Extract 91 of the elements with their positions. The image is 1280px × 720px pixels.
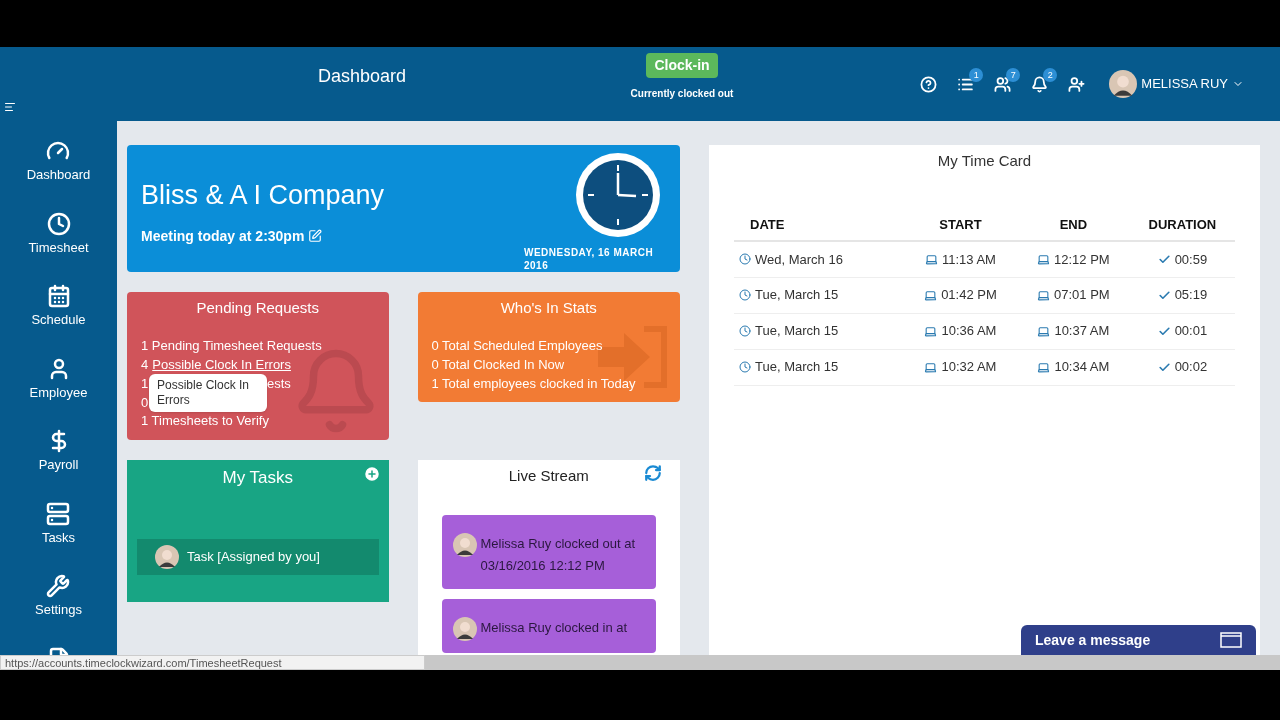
stream-text: Melissa Ruy clocked in at <box>480 618 628 637</box>
date-cell-text: Tue, March 15 <box>755 286 839 305</box>
company-name: Bliss & A I Company <box>141 179 385 212</box>
clock-icon <box>46 211 71 236</box>
count-badge: 1 <box>969 67 984 82</box>
laptop-icon <box>924 288 938 302</box>
refresh-icon[interactable] <box>644 464 662 482</box>
sidebar-item[interactable]: Timesheet <box>28 211 89 257</box>
tooltip: Possible Clock In Errors <box>149 373 267 412</box>
duration-cell-text: 05:19 <box>1174 286 1208 305</box>
request-count: 1 <box>141 374 149 393</box>
server-icon <box>46 501 71 526</box>
stat-line: 1 Total employees clocked in Today <box>431 374 637 393</box>
column-header: DATE <box>734 208 904 241</box>
laptop-icon <box>1037 324 1051 338</box>
end-time-cell-text: 07:01 PM <box>1054 286 1110 305</box>
duration-cell-text: 00:01 <box>1174 322 1208 341</box>
laptop-icon <box>924 252 938 266</box>
clock-errors-link[interactable]: Possible Clock In Errors <box>152 354 291 374</box>
users-icon[interactable] <box>994 75 1012 93</box>
start-time-cell-text: 11:13 AM <box>941 250 996 269</box>
card-title: Pending Requests <box>195 298 321 318</box>
card-title: Who's In Stats <box>499 298 598 318</box>
end-time-cell-text: 10:37 AM <box>1054 322 1110 341</box>
avatar-icon <box>452 616 477 641</box>
task-item[interactable]: Task [Assigned by you] <box>137 538 379 575</box>
panel-title: My Time Card <box>936 151 1033 171</box>
laptop-icon <box>1037 252 1051 266</box>
laptop-icon <box>924 360 938 374</box>
add-user-icon[interactable] <box>1068 75 1086 93</box>
date-cell-text: Tue, March 15 <box>755 358 839 377</box>
column-header: END <box>1016 208 1130 241</box>
column-header: DURATION <box>1129 208 1235 241</box>
start-time-cell-text: 10:36 AM <box>941 322 997 341</box>
add-icon[interactable] <box>362 465 381 483</box>
avatar-icon <box>1109 70 1138 98</box>
stat-line: 0 Total Scheduled Employees <box>431 336 604 355</box>
check-icon <box>1157 252 1171 266</box>
count-badge: 2 <box>1043 67 1058 82</box>
window-icon <box>1220 632 1242 648</box>
duration-cell-text: 00:02 <box>1174 358 1208 377</box>
duration-cell-text: 00:59 <box>1174 250 1208 269</box>
avatar-icon <box>452 532 477 557</box>
help-icon[interactable] <box>920 75 938 93</box>
start-time-cell-text: 01:42 PM <box>941 286 997 305</box>
clock-icon <box>739 361 751 373</box>
avatar-icon <box>155 544 179 569</box>
clock-status: Currently clocked out <box>630 87 734 101</box>
page-title: Dashboard <box>317 64 407 88</box>
clock-icon <box>739 289 751 301</box>
request-line: 1 Timesheets to Verify <box>141 411 270 429</box>
request-line: 1 Pending Timesheet Requests <box>141 336 323 355</box>
request-line: ests <box>267 374 291 393</box>
start-time-cell-text: 10:32 AM <box>941 358 997 377</box>
end-time-cell-text: 10:34 AM <box>1054 358 1110 377</box>
user-menu[interactable]: MELISSA RUY <box>1141 74 1244 94</box>
sidebar-item[interactable]: Settings <box>35 574 82 620</box>
leave-message-button[interactable]: Leave a message <box>1021 625 1256 655</box>
column-header: START <box>904 208 1017 241</box>
card-title: Live Stream <box>508 466 589 486</box>
sidebar-item[interactable]: Tasks <box>41 501 76 547</box>
date-cell-text: Tue, March 15 <box>755 322 839 341</box>
check-icon <box>1157 360 1171 374</box>
count-badge: 7 <box>1006 67 1021 82</box>
request-count: 4 <box>141 355 149 374</box>
laptop-icon <box>924 324 938 338</box>
calendar-icon <box>46 284 71 308</box>
check-icon <box>1157 288 1171 302</box>
menu-icon[interactable] <box>4 101 16 113</box>
meeting-note: Meeting today at 2:30pm <box>141 226 305 246</box>
edit-icon[interactable] <box>308 229 323 243</box>
stream-text: Melissa Ruy clocked out at 03/16/2016 12:12 PM <box>480 534 637 575</box>
clock-icon <box>574 151 662 239</box>
card-title: My Tasks <box>222 467 293 489</box>
date-cell-text: Wed, March 16 <box>755 250 843 269</box>
status-url: https://accounts.timeclockwizard.com/TimesheetRequest <box>0 655 425 670</box>
clock-icon <box>739 253 751 266</box>
stat-line: 0 Total Clocked In Now <box>431 355 566 374</box>
wrench-icon <box>46 574 71 598</box>
check-icon <box>1157 324 1171 338</box>
laptop-icon <box>1037 288 1051 302</box>
end-time-cell-text: 12:12 PM <box>1054 250 1110 269</box>
request-count: 0 <box>141 393 149 412</box>
sidebar-item[interactable]: Dashboard <box>26 139 91 185</box>
clock-icon <box>739 325 751 337</box>
sidebar-item[interactable]: Payroll <box>38 429 79 475</box>
sidebar-item[interactable]: Schedule <box>31 284 86 330</box>
sidebar-item[interactable]: Employee <box>29 356 88 402</box>
laptop-icon <box>1037 360 1051 374</box>
current-date: WEDNESDAY, 16 MARCH 2016 <box>524 247 655 272</box>
bell-icon[interactable] <box>1031 75 1049 93</box>
